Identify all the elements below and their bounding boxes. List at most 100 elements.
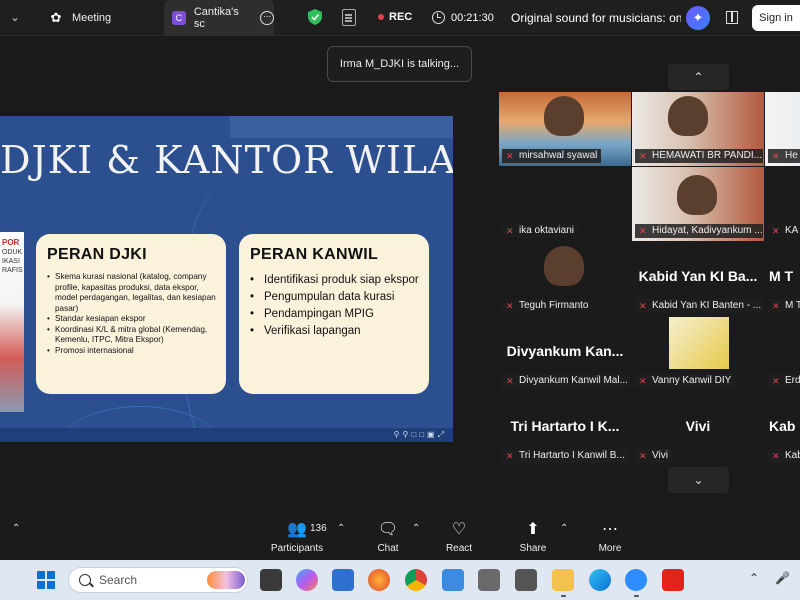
participant-name-label: ✕ Tri Hartarto I Kanwil B... [502, 449, 629, 463]
participant-tile[interactable]: Divyankum Kan... ✕ Divyankum Kanwil Mal... [499, 317, 631, 391]
audio-options-caret-icon[interactable]: ⌃ [12, 523, 20, 534]
windows-start-icon[interactable] [37, 571, 55, 589]
participant-video [544, 246, 584, 286]
participant-tile[interactable]: Vivi ✕ Vivi [632, 392, 764, 466]
participant-tile[interactable]: ✕ mirsahwal syawal [499, 92, 631, 166]
participant-name-text: Hidayat, Kadivyankum ... [652, 225, 763, 236]
muted-mic-icon: ✕ [639, 451, 647, 461]
more-icon[interactable]: ⋯ [260, 11, 274, 25]
top-bar: ⌄ ✿ Meeting C Cantika's sc ⋯ REC 00:21:3… [0, 0, 800, 36]
muted-mic-icon: ✕ [639, 151, 647, 161]
avatar-badge: C [172, 11, 186, 25]
notepad-icon[interactable] [442, 569, 464, 591]
poster-heading: POR [2, 238, 20, 247]
muted-mic-icon: ✕ [506, 151, 514, 161]
participant-name-label: ✕ Kabid Yan KI Banten - ... [635, 299, 763, 313]
participant-name-label: ✕ HEMAWATI BR PANDI... [635, 149, 763, 163]
participant-display-name: Vivi [685, 418, 711, 434]
tab-screen-share[interactable]: C Cantika's sc ⋯ [164, 0, 274, 36]
participant-tile[interactable]: ✕ KA [765, 167, 800, 241]
participant-video [668, 96, 708, 136]
task-view-icon[interactable] [260, 569, 282, 591]
more-button[interactable]: ⋯ More [575, 520, 645, 554]
muted-mic-icon: ✕ [639, 301, 647, 311]
muted-mic-icon: ✕ [772, 151, 780, 161]
original-sound-status[interactable]: Original sound for musicians: on [511, 11, 681, 25]
clock-icon [432, 11, 445, 24]
search-placeholder: Search [99, 573, 138, 587]
participant-name-text: Vanny Kanwil DIY [652, 375, 732, 386]
notes-icon[interactable] [342, 9, 356, 26]
gallery-up-button[interactable]: ⌃ [668, 64, 729, 90]
store-icon[interactable] [332, 569, 354, 591]
sign-in-button[interactable]: Sign in [752, 5, 800, 31]
camera-icon[interactable] [515, 569, 537, 591]
slide-title: DJKI & KANTOR WILAYAH [0, 138, 453, 182]
record-dot-icon [378, 14, 384, 20]
muted-mic-icon: ✕ [506, 451, 514, 461]
edge-icon[interactable] [589, 569, 611, 591]
list-item: Verifikasi lapangan [250, 323, 421, 340]
firefox-icon[interactable] [368, 569, 390, 591]
participant-tile[interactable]: Tri Hartarto I K... ✕ Tri Hartarto I Kanwi… [499, 392, 631, 466]
participants-caret-icon[interactable]: ⌃ [337, 523, 345, 534]
participant-name-label: ✕ Divyankum Kanwil Mal... [502, 374, 630, 388]
participant-tile[interactable]: ✕ ika oktaviani [499, 167, 631, 241]
participants-label: Participants [270, 543, 324, 554]
chrome-icon[interactable] [405, 569, 427, 591]
taskbar-search-box[interactable]: Search [68, 567, 248, 593]
copilot-icon[interactable] [296, 569, 318, 591]
participant-name-text: He [785, 150, 798, 161]
participant-tile[interactable]: ✕ He [765, 92, 800, 166]
participant-tile[interactable]: ✕ Teguh Firmanto [499, 242, 631, 316]
tab-meeting[interactable]: ✿ Meeting [48, 0, 158, 36]
acrobat-icon[interactable] [662, 569, 684, 591]
file-explorer-icon[interactable] [552, 569, 574, 591]
participant-tile[interactable]: ✕ HEMAWATI BR PANDI... [632, 92, 764, 166]
list-item: Skema kurasi nasional (katalog, company … [47, 272, 218, 314]
tab-screen-share-label: Cantika's sc [193, 6, 239, 30]
meeting-toolbar: ⌃ 👥 Participants 136 ⌃ 🗨 Chat ⌃ ♡ React … [0, 513, 800, 560]
participant-name-label: ✕ Vanny Kanwil DIY [635, 374, 736, 388]
tray-overflow-icon[interactable]: ⌃ [749, 571, 759, 585]
zoom-app-icon[interactable] [625, 569, 647, 591]
participant-name-text: Tri Hartarto I Kanwil B... [519, 450, 625, 461]
participant-video [544, 96, 584, 136]
list-item: Standar kesiapan ekspor [47, 314, 218, 325]
gallery-down-button[interactable]: ⌄ [668, 467, 729, 493]
timer-text: 00:21:30 [451, 11, 494, 24]
collapse-chevron-icon[interactable]: ⌄ [6, 9, 24, 27]
muted-mic-icon: ✕ [639, 376, 647, 386]
participant-name-text: mirsahwal syawal [519, 150, 598, 161]
share-caret-icon[interactable]: ⌃ [560, 523, 568, 534]
participant-tile[interactable]: Kab ✕ Kab [765, 392, 800, 466]
participant-display-name: Kab [769, 418, 796, 434]
participant-name-label: ✕ Kab [768, 449, 800, 463]
participant-name-label: ✕ mirsahwal syawal [502, 149, 602, 163]
microphone-icon[interactable]: 🎤 [775, 571, 790, 585]
muted-mic-icon: ✕ [506, 226, 514, 236]
participant-tile[interactable]: ✕ Vanny Kanwil DIY [632, 317, 764, 391]
participant-name-text: Kab [785, 450, 800, 461]
slide-tools-icon[interactable]: ⚲⚲□□▣⤢ [394, 430, 447, 440]
participant-name-text: Vivi [652, 450, 668, 461]
participant-tile[interactable]: M T ✕ M T [765, 242, 800, 316]
card-peran-kanwil: PERAN KANWIL Identifikasi produk siap ek… [239, 234, 429, 394]
list-item: Pendampingan MPIG [250, 306, 421, 323]
poster-text: ODUK IKASI RAFIS [2, 249, 23, 274]
chat-caret-icon[interactable]: ⌃ [412, 523, 420, 534]
ai-companion-icon[interactable]: ✦ [686, 6, 710, 30]
participant-tile[interactable]: ✕ Erd [765, 317, 800, 391]
layout-icon[interactable] [726, 11, 738, 24]
react-button[interactable]: ♡ React [424, 520, 494, 554]
shield-icon[interactable] [308, 9, 322, 25]
muted-mic-icon: ✕ [772, 451, 780, 461]
muted-mic-icon: ✕ [772, 301, 780, 311]
share-button[interactable]: ⬆ Share [498, 520, 568, 554]
calculator-icon[interactable] [478, 569, 500, 591]
shared-screen[interactable]: DJKI & KANTOR WILAYAH POR ODUK IKASI RAF… [0, 116, 453, 442]
participant-tile[interactable]: ✕ Hidayat, Kadivyankum ... [632, 167, 764, 241]
participant-tile[interactable]: Kabid Yan KI Ba... ✕ Kabid Yan KI Banten -… [632, 242, 764, 316]
recording-indicator[interactable]: REC [378, 11, 412, 23]
participant-name-text: Erd [785, 375, 800, 386]
